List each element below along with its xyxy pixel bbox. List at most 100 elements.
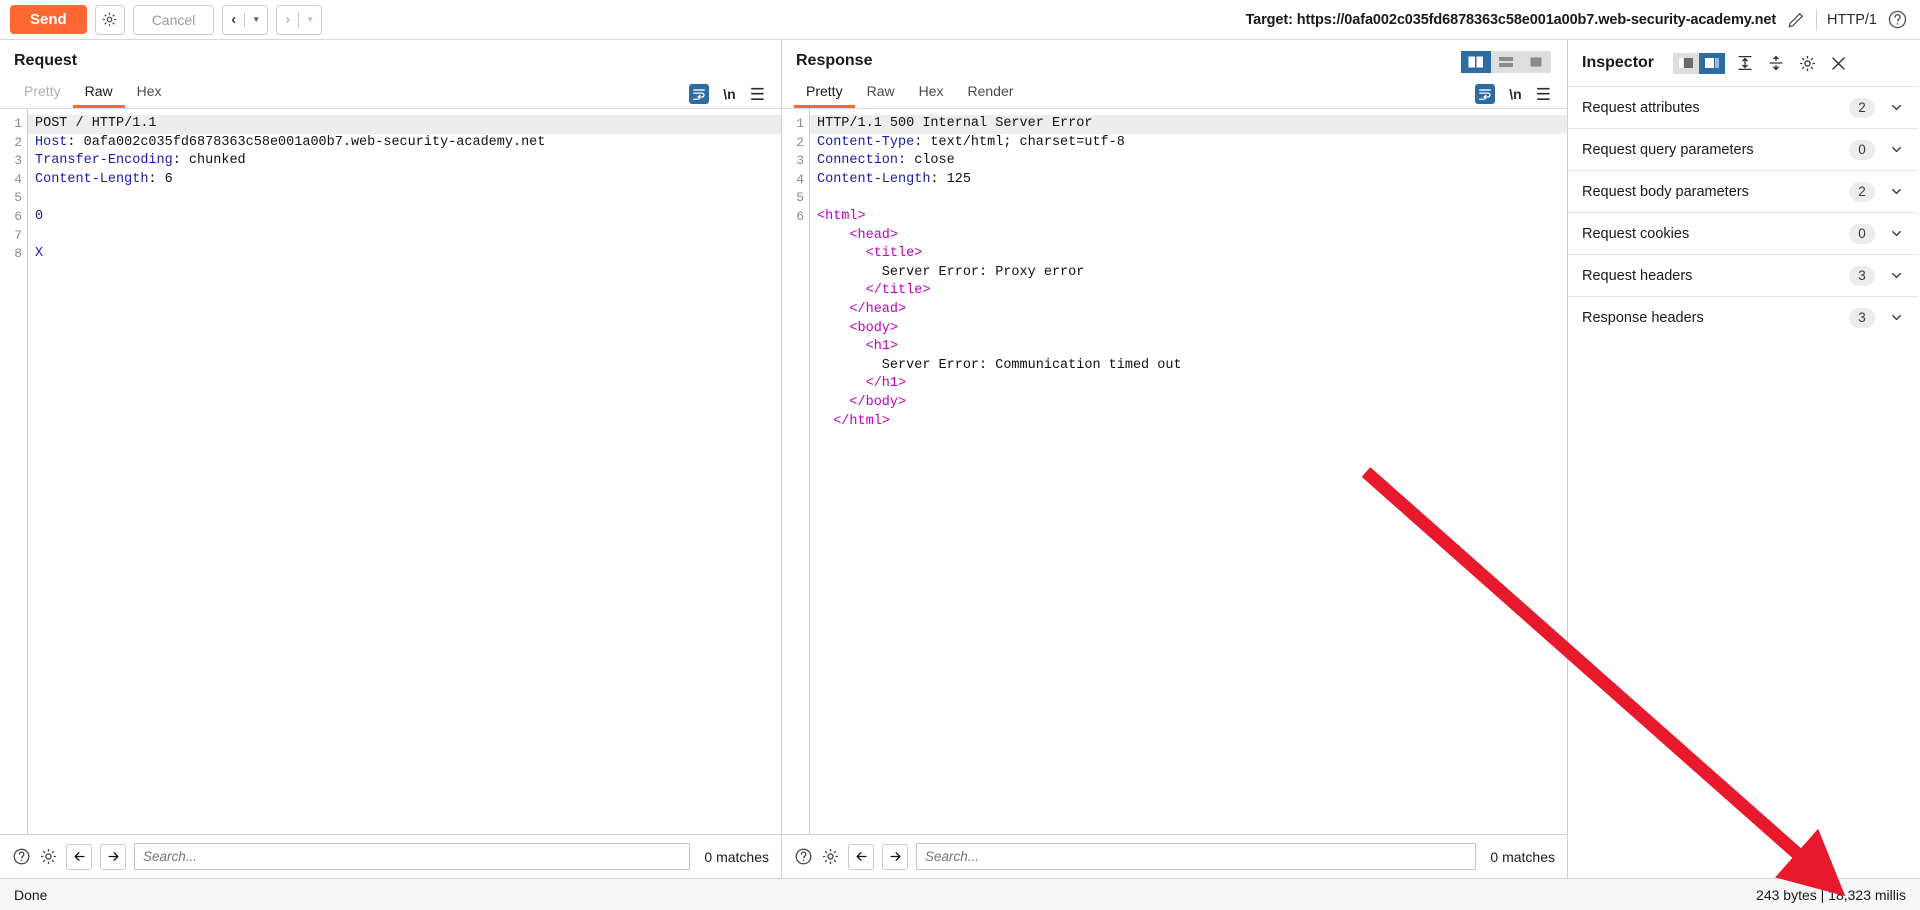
code-segment: : 6 — [148, 172, 172, 187]
inspector-section-row[interactable]: Response headers3 — [1568, 296, 1918, 338]
previous-request-button[interactable]: ‹ ▼ — [222, 5, 268, 35]
question-circle-icon[interactable] — [794, 847, 813, 866]
collapse-all-icon[interactable] — [1765, 54, 1787, 72]
question-circle-icon[interactable] — [12, 847, 31, 866]
code-line — [817, 189, 1567, 208]
newline-icon[interactable]: \n — [723, 86, 735, 102]
code-segment: Server Error: Proxy error — [817, 265, 1084, 280]
line-number: 2 — [782, 134, 804, 153]
gear-icon[interactable] — [39, 847, 58, 866]
toolbar-left-group: Send Cancel ‹ ▼ › ▼ — [0, 5, 322, 35]
code-line — [35, 189, 781, 208]
line-number: 6 — [0, 208, 22, 227]
status-bar: Done 243 bytes | 18,323 millis — [0, 878, 1920, 910]
tab-response-render[interactable]: Render — [956, 80, 1026, 108]
gear-icon[interactable] — [821, 847, 840, 866]
chevron-down-icon[interactable] — [1889, 184, 1904, 199]
newline-icon[interactable]: \n — [1509, 86, 1521, 102]
inspector-section-label: Response headers — [1582, 310, 1704, 326]
request-tabs: Pretty Raw Hex \n ☰ — [0, 78, 781, 108]
cancel-button[interactable]: Cancel — [133, 5, 215, 35]
gear-icon[interactable] — [95, 5, 125, 35]
response-search-bar: 0 matches — [782, 834, 1567, 878]
response-code[interactable]: HTTP/1.1 500 Internal Server Error Conten… — [810, 109, 1567, 834]
question-circle-icon[interactable] — [1887, 9, 1908, 30]
code-segment: </h1> — [817, 376, 906, 391]
chevron-down-icon[interactable]: ▼ — [245, 15, 267, 24]
expand-all-icon[interactable] — [1734, 54, 1756, 72]
inspector-sections: Request attributes2Request query paramet… — [1568, 86, 1918, 338]
next-request-button[interactable]: › ▼ — [276, 5, 322, 35]
layout-stacked-button[interactable] — [1491, 51, 1521, 73]
line-number: 5 — [782, 189, 804, 208]
dock-left-icon[interactable] — [1673, 53, 1699, 74]
gear-icon[interactable] — [1796, 54, 1818, 73]
code-segment: : 0afa002c035fd6878363c58e001a00b7.web-s… — [67, 135, 545, 150]
search-input[interactable] — [134, 843, 690, 870]
search-input[interactable] — [916, 843, 1476, 870]
inspector-title: Inspector — [1582, 54, 1654, 72]
code-line: </title> — [817, 282, 1567, 301]
pencil-icon[interactable] — [1786, 10, 1806, 30]
close-icon[interactable] — [1827, 54, 1849, 73]
code-line: Content-Type: text/html; charset=utf-8 — [817, 134, 1567, 153]
code-segment: <head> — [817, 228, 898, 243]
inspector-section-row[interactable]: Request cookies0 — [1568, 212, 1918, 254]
tab-response-raw[interactable]: Raw — [855, 80, 907, 108]
search-next-button[interactable] — [882, 844, 908, 870]
line-number — [782, 357, 804, 376]
tab-response-hex[interactable]: Hex — [907, 80, 956, 108]
code-segment: <body> — [817, 321, 898, 336]
line-number — [782, 282, 804, 301]
inspector-section-row[interactable]: Request attributes2 — [1568, 86, 1918, 128]
line-number: 1 — [782, 115, 804, 134]
search-next-button[interactable] — [100, 844, 126, 870]
inspector-section-row[interactable]: Request body parameters 2 — [1568, 170, 1918, 212]
request-tab-tools: \n ☰ — [689, 84, 781, 108]
inspector-section-count: 3 — [1849, 266, 1875, 286]
code-line: </body> — [817, 394, 1567, 413]
inspector-section-count: 2 — [1849, 182, 1875, 202]
request-code[interactable]: POST / HTTP/1.1Host: 0afa002c035fd687836… — [28, 109, 781, 834]
chevron-down-icon[interactable] — [1889, 226, 1904, 241]
word-wrap-icon[interactable] — [689, 84, 709, 104]
line-number — [782, 227, 804, 246]
response-editor[interactable]: 123456 HTTP/1.1 500 Internal Server Erro… — [782, 108, 1567, 834]
code-segment: X — [35, 246, 43, 261]
code-segment: : text/html; charset=utf-8 — [914, 135, 1125, 150]
hamburger-menu-icon[interactable]: ☰ — [750, 86, 765, 103]
word-wrap-icon[interactable] — [1475, 84, 1495, 104]
search-match-count: 0 matches — [698, 849, 769, 865]
chevron-down-icon[interactable] — [1889, 100, 1904, 115]
send-button[interactable]: Send — [10, 5, 87, 34]
chevron-down-icon[interactable] — [1889, 310, 1904, 325]
layout-side-by-side-button[interactable] — [1461, 51, 1491, 73]
code-segment: POST / HTTP/1.1 — [35, 116, 157, 131]
inspector-section-label: Request body parameters — [1582, 184, 1749, 200]
hamburger-menu-icon[interactable]: ☰ — [1536, 86, 1551, 103]
inspector-section-row[interactable]: Request headers3 — [1568, 254, 1918, 296]
chevron-down-icon[interactable] — [1889, 142, 1904, 157]
dock-right-icon[interactable] — [1699, 53, 1725, 74]
code-line: Server Error: Proxy error — [817, 264, 1567, 283]
tab-request-pretty[interactable]: Pretty — [12, 80, 73, 108]
top-toolbar: Send Cancel ‹ ▼ › ▼ Target: https://0afa… — [0, 0, 1920, 40]
search-previous-button[interactable] — [848, 844, 874, 870]
chevron-down-icon[interactable]: ▼ — [299, 15, 321, 24]
request-panel-title: Request — [0, 40, 781, 78]
inspector-section-row[interactable]: Request query parameters0 — [1568, 128, 1918, 170]
tab-request-hex[interactable]: Hex — [125, 80, 174, 108]
search-previous-button[interactable] — [66, 844, 92, 870]
status-metrics: 243 bytes | 18,323 millis — [1756, 887, 1906, 903]
layout-single-button[interactable] — [1521, 51, 1551, 73]
request-editor[interactable]: 12345678 POST / HTTP/1.1Host: 0afa002c03… — [0, 108, 781, 834]
chevron-right-icon: › — [277, 11, 298, 28]
chevron-down-icon[interactable] — [1889, 268, 1904, 283]
code-line: <h1> — [817, 338, 1567, 357]
http-version-label[interactable]: HTTP/1 — [1827, 12, 1877, 28]
code-segment: </title> — [817, 283, 930, 298]
tab-response-pretty[interactable]: Pretty — [794, 80, 855, 108]
tab-request-raw[interactable]: Raw — [73, 80, 125, 108]
code-segment: HTTP/1.1 500 Internal Server Error — [817, 116, 1092, 131]
response-panel: Response Pretty Raw Hex Render — [782, 40, 1568, 878]
